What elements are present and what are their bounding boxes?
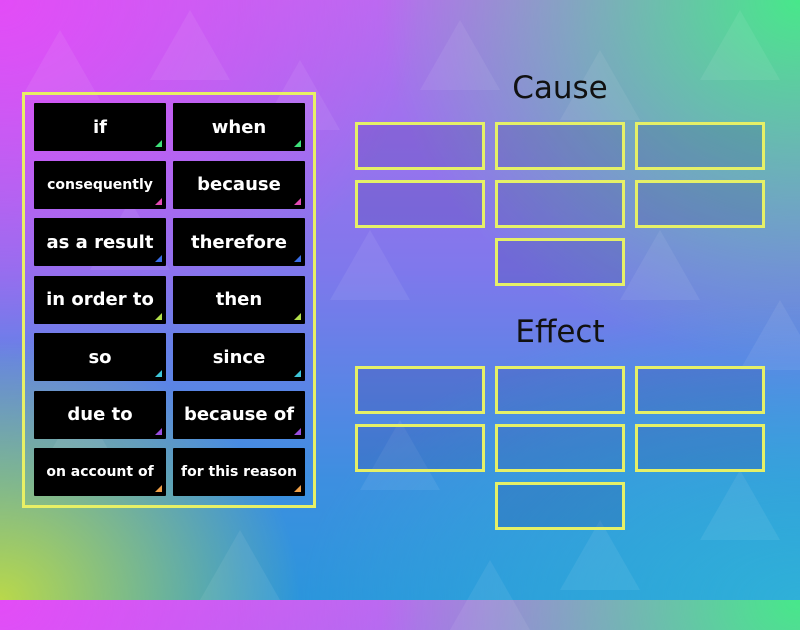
corner-triangle-icon (155, 197, 162, 205)
background-triangle (740, 300, 800, 370)
effect-drop-slot[interactable] (635, 366, 765, 414)
cause-drop-slot[interactable] (635, 122, 765, 170)
word-tile[interactable]: because (173, 160, 305, 209)
tile-label: on account of (46, 464, 154, 480)
word-tile[interactable]: consequently (34, 160, 166, 209)
effect-drop-slot[interactable] (495, 366, 625, 414)
corner-triangle-icon (294, 427, 301, 435)
tile-label: when (211, 116, 267, 138)
tile-label: since (212, 346, 266, 368)
corner-triangle-icon (155, 427, 162, 435)
effect-drop-slot[interactable] (495, 482, 625, 530)
corner-triangle-icon (294, 485, 301, 492)
word-tile[interactable]: if (34, 103, 166, 151)
tile-label: for this reason (181, 464, 297, 480)
tile-label: as a result (46, 231, 154, 253)
background-triangle (450, 560, 530, 630)
corner-triangle-icon (155, 370, 162, 377)
background-triangle (330, 230, 410, 300)
tile-label: because of (183, 404, 295, 425)
tile-label: consequently (47, 176, 153, 193)
word-tile[interactable]: since (173, 333, 305, 381)
corner-triangle-icon (155, 312, 162, 320)
cause-drop-slot[interactable] (495, 122, 625, 170)
effect-heading: Effect (515, 314, 605, 350)
tile-label: in order to (46, 289, 154, 310)
effect-drop-slot[interactable] (355, 366, 485, 414)
corner-triangle-icon (294, 140, 301, 147)
corner-triangle-icon (294, 197, 301, 205)
background-triangle (560, 520, 640, 590)
effect-drop-slot[interactable] (635, 424, 765, 472)
tile-label: then (215, 289, 263, 310)
word-tile[interactable]: on account of (34, 448, 166, 496)
word-tile[interactable]: then (173, 275, 305, 324)
corner-triangle-icon (155, 140, 162, 147)
background-triangle (200, 530, 280, 600)
background-triangle (700, 470, 780, 540)
corner-triangle-icon (294, 370, 301, 377)
effect-drop-slot[interactable] (355, 424, 485, 472)
word-tile[interactable]: so (34, 333, 166, 381)
corner-triangle-icon (155, 255, 162, 262)
background-triangle (20, 30, 100, 100)
corner-triangle-icon (294, 255, 301, 262)
tile-label: because (197, 174, 281, 195)
background-triangle (620, 230, 700, 300)
tile-label: so (88, 346, 112, 368)
effect-drop-slot[interactable] (495, 424, 625, 472)
background-triangle (150, 10, 230, 80)
corner-triangle-icon (294, 312, 301, 320)
word-tile[interactable]: when (173, 103, 305, 151)
word-tile[interactable]: as a result (34, 218, 166, 266)
cause-drop-slot[interactable] (355, 122, 485, 170)
tile-label: if (92, 116, 107, 138)
word-tile[interactable]: in order to (34, 275, 166, 324)
tile-label: due to (67, 404, 133, 425)
corner-triangle-icon (155, 485, 162, 492)
tile-label: therefore (191, 231, 287, 253)
word-tile[interactable]: because of (173, 390, 305, 439)
word-tile[interactable]: due to (34, 390, 166, 439)
cause-drop-slot[interactable] (495, 180, 625, 228)
word-tile[interactable]: for this reason (173, 448, 305, 496)
cause-drop-slot[interactable] (635, 180, 765, 228)
cause-drop-slot[interactable] (355, 180, 485, 228)
word-tile[interactable]: therefore (173, 218, 305, 266)
cause-heading: Cause (512, 70, 608, 106)
cause-drop-slot[interactable] (495, 238, 625, 286)
background-triangle (700, 10, 780, 80)
